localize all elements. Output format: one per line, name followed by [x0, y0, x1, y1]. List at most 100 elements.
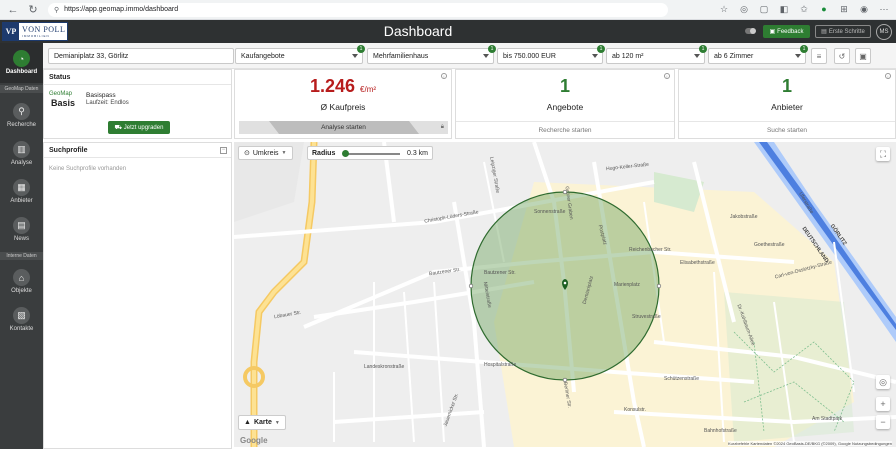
contacts-icon: ▧	[13, 307, 30, 324]
building-icon: ▦	[13, 179, 30, 196]
radius-value: 0.3 km	[406, 150, 428, 157]
slider-handle[interactable]	[342, 150, 349, 157]
street-label: Struvestraße	[632, 314, 661, 320]
more-icon[interactable]: ⋯	[878, 3, 890, 15]
chevron-down-icon	[483, 54, 489, 58]
undo-icon: ↺	[838, 51, 846, 61]
erste-schritte-button[interactable]: ▤ Erste Schritte	[815, 25, 871, 38]
user-avatar[interactable]: MS	[876, 24, 892, 40]
sidebar-item-news[interactable]: ▤ News	[0, 217, 43, 242]
recherche-start-link[interactable]: Recherche starten	[456, 121, 674, 140]
browser-toolbar: ← ↻ ⚲ https://app.geomap.immo/dashboard …	[0, 0, 896, 20]
price-card: i 1.246 €/m² Ø Kaufpreis Analyse starten…	[234, 69, 452, 139]
street-label: Reichenbacher Str.	[629, 247, 672, 253]
profile-icon[interactable]: ◉	[858, 3, 870, 15]
save-icon: ▣	[859, 51, 867, 61]
providers-value: 1	[781, 76, 792, 96]
status-panel: Status GeoMap Basis Basispass Laufzeit: …	[43, 69, 232, 139]
menu-icon: ≡	[816, 51, 822, 61]
save-button[interactable]: ▣	[855, 48, 871, 64]
suche-start-link[interactable]: Suche starten	[679, 121, 895, 140]
reset-button[interactable]: ↺	[834, 48, 850, 64]
street-label: Marienplatz	[614, 282, 640, 288]
sidebar-item-analyse[interactable]: ▥ Analyse	[0, 141, 43, 166]
geomap-brand: GeoMap	[49, 91, 73, 97]
theme-toggle[interactable]	[745, 28, 756, 34]
street-label: Am Stadtpark	[812, 416, 843, 422]
price-select[interactable]: bis 750.000 EUR 1	[497, 45, 605, 64]
providers-label: Anbieter	[771, 102, 803, 112]
sidebar-item-anbieter[interactable]: ▦ Anbieter	[0, 179, 43, 204]
site-info-icon[interactable]: ⚲	[54, 6, 59, 14]
tab-icon[interactable]: ▢	[758, 3, 770, 15]
analyse-start-button[interactable]: Analyse starten 🔒︎	[239, 121, 448, 134]
filter-count-badge: 1	[488, 45, 496, 53]
map[interactable]: Christoph-Lüders-Straße Bautzener Str. B…	[234, 142, 896, 447]
chart-icon: ▥	[13, 141, 30, 158]
slider-track[interactable]	[344, 153, 400, 155]
sidebar-item-objekte[interactable]: ⌂ Objekte	[0, 269, 43, 294]
offer-type-select[interactable]: Kaufangebote 1	[235, 45, 365, 64]
sidebar-item-kontakte[interactable]: ▧ Kontakte	[0, 307, 43, 332]
chevron-down-icon: ▼	[281, 150, 287, 156]
split-icon[interactable]: ◧	[778, 3, 790, 15]
offers-label: Angebote	[546, 102, 584, 112]
map-type-select[interactable]: ▲ Karte ▼	[238, 415, 286, 430]
locate-icon[interactable]: ◎	[876, 375, 890, 389]
sidebar: ◔ Dashboard GeoMap Daten ⚲ Recherche ▥ A…	[0, 43, 43, 449]
suchprofile-title: Suchprofile	[44, 143, 231, 158]
chevron-down-icon: ▼	[274, 419, 280, 426]
street-label: Bahnhofstraße	[704, 428, 737, 434]
filter-count-badge: 1	[800, 45, 808, 53]
plan-badge: Basis	[51, 98, 76, 108]
filter-count-badge: 1	[357, 45, 365, 53]
extension-green-icon[interactable]: ●	[818, 3, 830, 15]
address-bar[interactable]: ⚲ https://app.geomap.immo/dashboard	[48, 2, 668, 17]
extension-icon[interactable]: ◎	[738, 3, 750, 15]
chat-icon: ▣	[769, 29, 776, 35]
favorites-icon[interactable]: ✩	[798, 3, 810, 15]
map-attribution[interactable]: Kurzbefehle Kartendaten ©2024 GeoBasis-D…	[728, 441, 892, 446]
google-logo: Google	[240, 436, 268, 445]
suchprofile-empty: Keine Suchprofile vorhanden	[49, 166, 127, 172]
feedback-button[interactable]: ▣ Feedback	[763, 25, 810, 38]
sidebar-item-dashboard[interactable]: ◔ Dashboard	[0, 43, 43, 83]
street-label: Goethestraße	[754, 242, 785, 248]
filter-count-badge: 1	[699, 45, 707, 53]
filter-count-badge: 1	[597, 45, 605, 53]
sidebar-section-geomap: GeoMap Daten	[0, 85, 43, 93]
collections-icon[interactable]: ⊞	[838, 3, 850, 15]
map-icon: ▲	[244, 419, 251, 426]
collapse-icon[interactable]: −	[220, 147, 227, 154]
suchprofile-panel: Suchprofile − Keine Suchprofile vorhande…	[43, 142, 232, 449]
chevron-down-icon	[352, 54, 358, 58]
sidebar-item-recherche[interactable]: ⚲ Recherche	[0, 103, 43, 128]
mode-select[interactable]: ⊙ Umkreis ▼	[238, 146, 293, 160]
status-title: Status	[44, 70, 231, 85]
chevron-down-icon	[592, 54, 598, 58]
street-label: Jakobstraße	[730, 214, 758, 220]
more-filters-button[interactable]: ≡	[811, 48, 827, 64]
radius-slider[interactable]: Radius 0.3 km	[307, 146, 433, 160]
price-value: 1.246	[309, 76, 356, 96]
page-title: Dashboard	[383, 23, 453, 39]
newspaper-icon: ▤	[13, 217, 30, 234]
book-icon: ▤	[821, 29, 827, 35]
target-icon: ⊙	[244, 150, 250, 157]
object-type-select[interactable]: Mehrfamilienhaus 1	[367, 45, 496, 64]
rooms-select[interactable]: ab 6 Zimmer 1	[708, 45, 808, 64]
back-icon[interactable]: ←	[6, 3, 20, 17]
price-label: Ø Kaufpreis	[320, 102, 366, 112]
offers-card: i 1 Angebote Recherche starten	[455, 69, 675, 139]
sidebar-section-interne: Interne Daten	[0, 252, 43, 260]
offers-value: 1	[559, 76, 570, 96]
zoom-in-button[interactable]: +	[876, 397, 890, 411]
fullscreen-icon[interactable]: ⛶	[876, 147, 890, 161]
reload-icon[interactable]: ↻	[26, 3, 40, 17]
bookmark-icon[interactable]: ☆	[718, 3, 730, 15]
street-label: Hospitalstraße	[484, 362, 517, 368]
zoom-out-button[interactable]: −	[876, 415, 890, 429]
address-input[interactable]: Demianiplatz 33, Görlitz	[48, 48, 234, 64]
upgrade-button[interactable]: ⛟ Jetzt upgraden	[108, 121, 170, 134]
area-select[interactable]: ab 120 m² 1	[606, 45, 707, 64]
